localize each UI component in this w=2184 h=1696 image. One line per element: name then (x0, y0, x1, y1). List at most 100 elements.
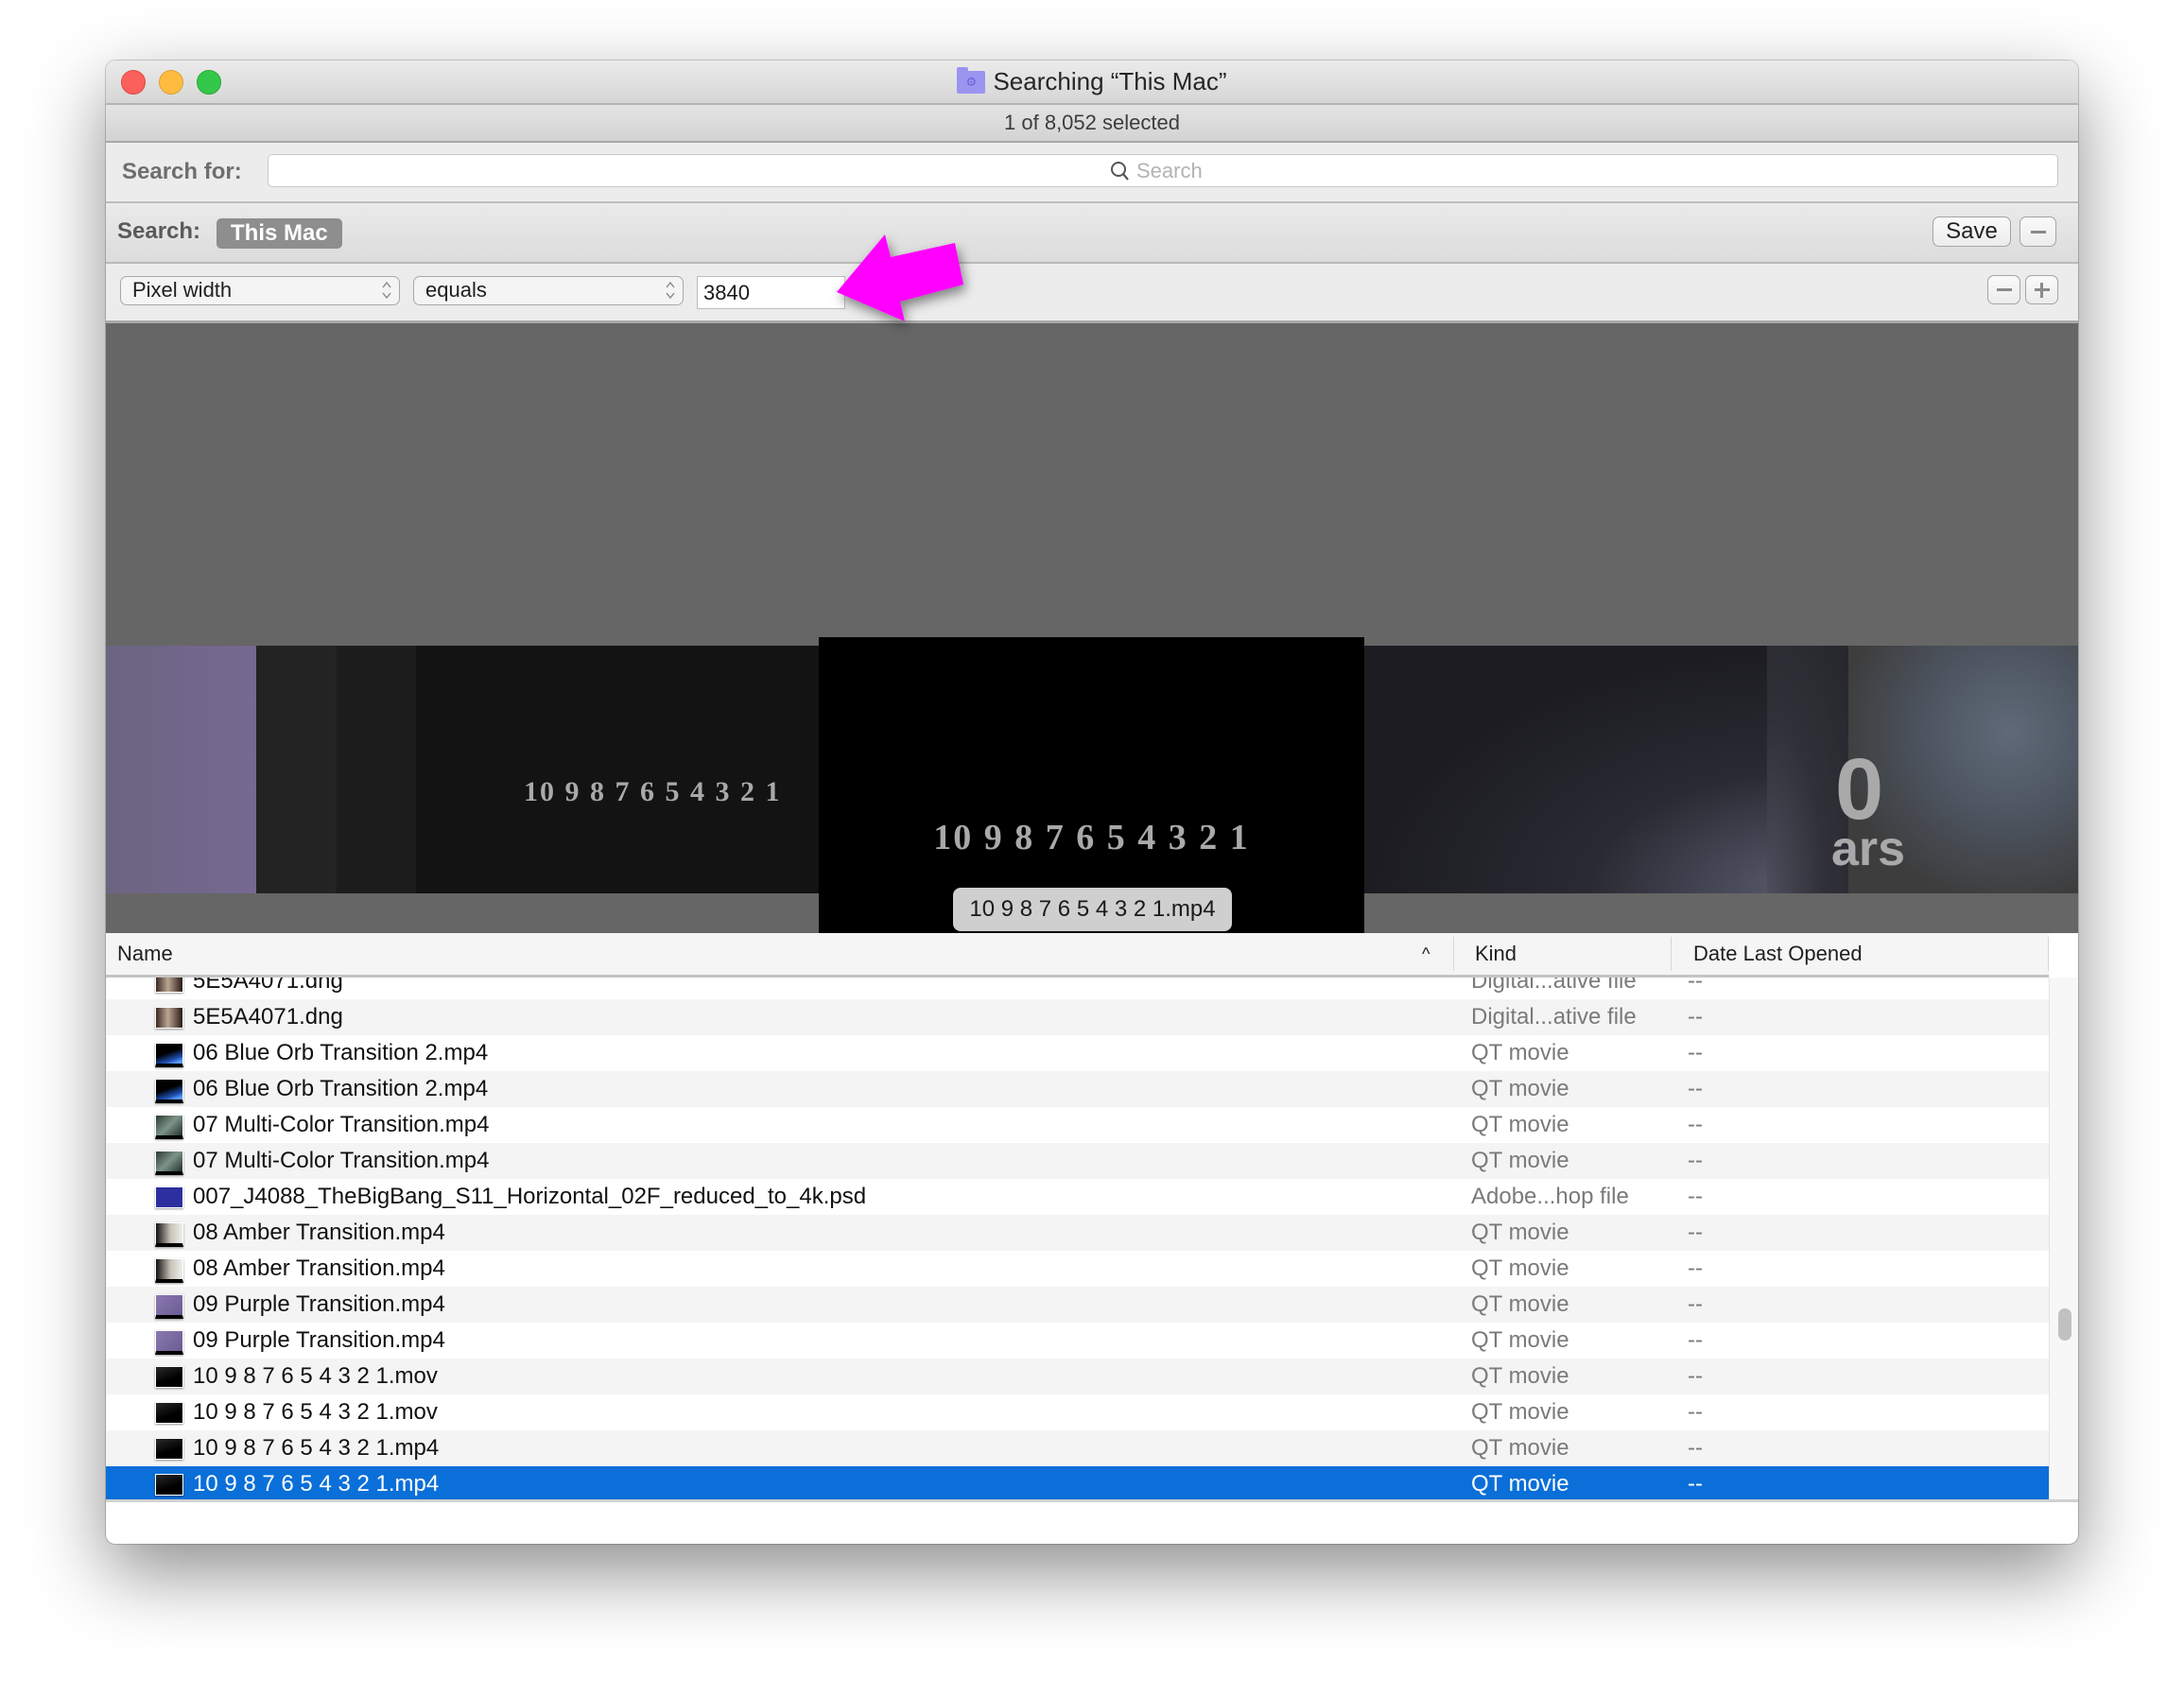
cover-flow-preview[interactable]: 10 9 8 7 6 5 4 3 2 1 0 ars 10 9 8 7 6 5 … (106, 323, 2078, 933)
scope-this-mac[interactable]: This Mac (217, 218, 342, 249)
attribute-value: Pixel width (132, 278, 233, 302)
minus-icon (1996, 288, 2012, 291)
add-criterion-button[interactable] (2025, 275, 2058, 304)
file-date-last-opened: -- (1688, 1363, 1703, 1389)
file-date-last-opened: -- (1688, 1040, 1703, 1065)
plus-icon-stem (2040, 282, 2043, 298)
search-scope-label: Search: (117, 218, 201, 244)
selection-status: 1 of 8,052 selected (106, 105, 2078, 143)
search-icon (1111, 162, 1129, 181)
thumbnail-countdown-mov[interactable] (337, 646, 416, 893)
file-thumbnail-icon (155, 1186, 183, 1208)
thumbnail-next[interactable] (1364, 646, 1767, 893)
title-bar[interactable]: ⚙ Searching “This Mac” (106, 61, 2078, 105)
file-row[interactable]: 10 9 8 7 6 5 4 3 2 1.mov QT movie -- (106, 1394, 2049, 1430)
file-date-last-opened: -- (1688, 978, 1703, 994)
pixel-width-value-field[interactable]: 3840 (697, 276, 845, 309)
search-placeholder: Search (1136, 159, 1203, 182)
file-row[interactable]: 10 9 8 7 6 5 4 3 2 1.mov QT movie -- (106, 1359, 2049, 1394)
file-row[interactable]: 07 Multi-Color Transition.mp4 QT movie -- (106, 1107, 2049, 1143)
thumbnail-next-title[interactable]: 0 ars (1831, 646, 2078, 893)
file-kind: QT movie (1471, 1435, 1569, 1461)
file-date-last-opened: -- (1688, 1076, 1703, 1101)
file-row[interactable]: 10 9 8 7 6 5 4 3 2 1.mp4 QT movie -- (106, 1430, 2049, 1466)
file-name: 09 Purple Transition.mp4 (193, 1327, 445, 1353)
window-title-text: Searching “This Mac” (993, 67, 1227, 95)
file-kind: QT movie (1471, 1148, 1569, 1173)
column-date-last-opened[interactable]: Date Last Opened (1693, 933, 1863, 975)
file-kind: QT movie (1471, 1255, 1569, 1281)
file-kind: Digital...ative file (1471, 1004, 1637, 1030)
thumbnail-small-text: ars (1831, 822, 1906, 876)
thumbnail-countdown-mp4[interactable]: 10 9 8 7 6 5 4 3 2 1 (416, 646, 819, 893)
file-row[interactable]: 08 Amber Transition.mp4 QT movie -- (106, 1215, 2049, 1251)
attribute-popup[interactable]: Pixel width (120, 276, 400, 305)
file-date-last-opened: -- (1688, 1112, 1703, 1137)
file-thumbnail-icon (155, 1402, 183, 1424)
table-bottom-divider (106, 1499, 2078, 1502)
chevron-updown-icon (382, 281, 391, 300)
results-list[interactable]: 5E5A4071.dng Digital...ative file -- 5E5A40… (106, 978, 2049, 1499)
file-thumbnail-icon (155, 1151, 183, 1175)
file-name: 10 9 8 7 6 5 4 3 2 1.mp4 (193, 1471, 440, 1497)
chevron-updown-icon (666, 281, 675, 300)
smart-folder-icon: ⚙ (957, 67, 986, 94)
results-scroll-thumb[interactable] (2058, 1308, 2071, 1341)
file-thumbnail-icon (155, 978, 183, 993)
file-kind: QT movie (1471, 1220, 1569, 1245)
file-kind: QT movie (1471, 1363, 1569, 1389)
thumbnail-purple-transition[interactable] (106, 646, 256, 893)
file-thumbnail-icon (155, 1007, 183, 1029)
column-divider[interactable] (1453, 937, 1454, 971)
file-name: 10 9 8 7 6 5 4 3 2 1.mov (193, 1363, 438, 1389)
column-kind[interactable]: Kind (1475, 933, 1517, 975)
file-row[interactable]: 09 Purple Transition.mp4 QT movie -- (106, 1323, 2049, 1359)
file-name: 09 Purple Transition.mp4 (193, 1291, 445, 1317)
file-name: 06 Blue Orb Transition 2.mp4 (193, 1040, 489, 1065)
file-thumbnail-icon (155, 1258, 183, 1283)
search-for-label: Search for: (122, 159, 242, 184)
table-header: Name ^ Kind Date Last Opened (106, 933, 2049, 978)
file-date-last-opened: -- (1688, 1148, 1703, 1173)
file-name: 10 9 8 7 6 5 4 3 2 1.mp4 (193, 1435, 440, 1461)
file-row[interactable]: 5E5A4071.dng Digital...ative file -- (106, 978, 2049, 999)
remove-search-button[interactable] (2019, 216, 2056, 247)
file-kind: QT movie (1471, 1471, 1569, 1497)
file-name: 07 Multi-Color Transition.mp4 (193, 1148, 490, 1173)
results-vertical-scrollbar[interactable] (2049, 978, 2078, 1502)
file-row-selected[interactable]: 10 9 8 7 6 5 4 3 2 1.mp4 QT movie -- (106, 1466, 2049, 1499)
search-criteria-row: Pixel width equals 3840 (106, 264, 2078, 323)
file-thumbnail-icon (155, 1043, 183, 1067)
selected-file-caption: 10 9 8 7 6 5 4 3 2 1.mp4 (953, 888, 1232, 931)
operator-value: equals (425, 278, 487, 302)
file-row[interactable]: 5E5A4071.dng Digital...ative file -- (106, 999, 2049, 1035)
file-thumbnail-icon (155, 1366, 183, 1388)
operator-popup[interactable]: equals (413, 276, 684, 305)
file-thumbnail-icon (155, 1294, 183, 1319)
sort-ascending-icon[interactable]: ^ (1422, 933, 1430, 975)
column-name[interactable]: Name (117, 933, 173, 975)
file-date-last-opened: -- (1688, 1435, 1703, 1461)
file-kind: QT movie (1471, 1076, 1569, 1101)
save-button[interactable]: Save (1933, 216, 2011, 247)
file-row[interactable]: 007_J4088_TheBigBang_S11_Horizontal_02F_… (106, 1179, 2049, 1215)
file-row[interactable]: 08 Amber Transition.mp4 QT movie -- (106, 1251, 2049, 1287)
file-row[interactable]: 07 Multi-Color Transition.mp4 QT movie -- (106, 1143, 2049, 1179)
search-for-row: Search for: Search (106, 143, 2078, 203)
header-filler (2049, 933, 2078, 975)
file-row[interactable]: 06 Blue Orb Transition 2.mp4 QT movie -- (106, 1035, 2049, 1071)
selected-thumbnail[interactable]: 10 9 8 7 6 5 4 3 2 1 10 9 8 7 6 5 4 3 2 … (819, 637, 1364, 933)
search-scope-row: Search: This Mac Save (106, 203, 2078, 264)
finder-search-window: ⚙ Searching “This Mac” 1 of 8,052 selecte… (106, 61, 2078, 1544)
file-name: 5E5A4071.dng (193, 978, 343, 994)
file-thumbnail-icon (155, 1222, 183, 1247)
file-date-last-opened: -- (1688, 1220, 1703, 1245)
file-row[interactable]: 09 Purple Transition.mp4 QT movie -- (106, 1287, 2049, 1323)
column-divider[interactable] (1671, 937, 1672, 971)
search-input[interactable]: Search (268, 154, 2058, 187)
file-row[interactable]: 06 Blue Orb Transition 2.mp4 QT movie -- (106, 1071, 2049, 1107)
file-kind: QT movie (1471, 1040, 1569, 1065)
file-name: 07 Multi-Color Transition.mp4 (193, 1112, 490, 1137)
remove-criterion-button[interactable] (1987, 275, 2020, 304)
thumbnail-countdown-mov[interactable] (256, 646, 337, 893)
